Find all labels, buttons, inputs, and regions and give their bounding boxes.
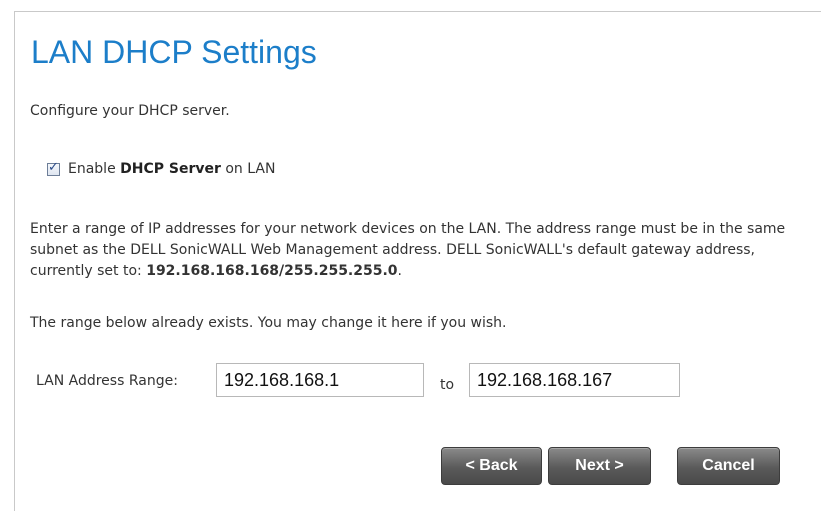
description-end: . bbox=[397, 263, 402, 279]
intro-text: Configure your DHCP server. bbox=[30, 103, 230, 119]
range-description: Enter a range of IP addresses for your n… bbox=[30, 219, 820, 282]
enable-label-prefix: Enable bbox=[68, 161, 121, 177]
next-button[interactable]: Next > bbox=[548, 447, 651, 485]
enable-label-suffix: on LAN bbox=[220, 161, 276, 177]
cancel-button[interactable]: Cancel bbox=[677, 447, 780, 485]
checkmark-icon: ✓ bbox=[48, 159, 59, 175]
enable-label-bold: DHCP Server bbox=[120, 161, 221, 177]
description-text: Enter a range of IP addresses for your n… bbox=[30, 221, 786, 279]
enable-dhcp-checkbox[interactable]: ✓ bbox=[47, 159, 60, 176]
back-button[interactable]: < Back bbox=[441, 447, 542, 485]
lan-address-range-label: LAN Address Range: bbox=[36, 373, 178, 389]
range-exists-note: The range below already exists. You may … bbox=[30, 315, 507, 331]
range-to-label: to bbox=[440, 377, 455, 393]
range-end-input[interactable]: 192.168.168.167 bbox=[469, 363, 680, 397]
gateway-address: 192.168.168.168/255.255.255.0 bbox=[146, 263, 398, 279]
enable-dhcp-label: Enable DHCP Server on LAN bbox=[68, 161, 275, 177]
range-start-input[interactable]: 192.168.168.1 bbox=[216, 363, 424, 397]
enable-dhcp-row[interactable]: ✓ Enable DHCP Server on LAN bbox=[47, 159, 275, 177]
page-title: LAN DHCP Settings bbox=[31, 34, 317, 70]
